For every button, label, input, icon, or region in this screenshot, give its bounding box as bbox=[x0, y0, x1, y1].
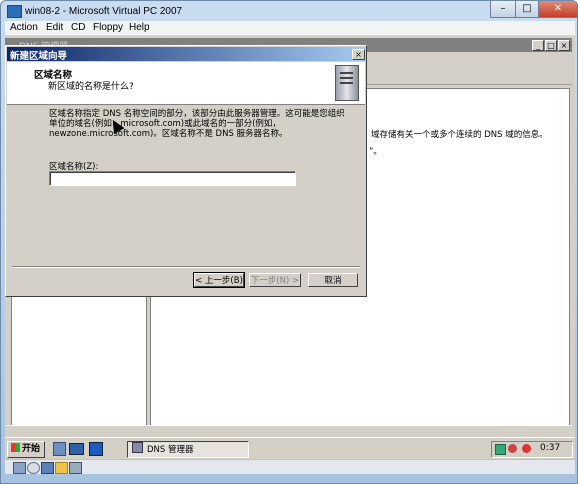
floppy-drive-icon[interactable] bbox=[41, 462, 54, 474]
network-adapter-icon[interactable] bbox=[69, 462, 82, 474]
server-manager-quicklaunch-icon[interactable] bbox=[53, 442, 66, 456]
host-window: win08-2 - Microsoft Virtual PC 2007 – □ … bbox=[0, 0, 578, 484]
server-icon bbox=[335, 65, 359, 101]
dns-detail-text-line2: ”。 bbox=[369, 147, 382, 157]
host-minimize-button[interactable]: – bbox=[490, 1, 516, 18]
shared-folder-icon[interactable] bbox=[55, 462, 68, 474]
wizard-titlebar: 新建区域向导 × bbox=[7, 47, 365, 62]
next-button[interactable]: 下一步(N) > bbox=[249, 273, 301, 287]
taskbar-dns-manager[interactable]: DNS 管理器 bbox=[127, 441, 249, 458]
hard-disk-icon[interactable] bbox=[13, 462, 26, 474]
taskbar-dns-label: DNS 管理器 bbox=[147, 445, 194, 455]
host-window-title: win08-2 - Microsoft Virtual PC 2007 bbox=[25, 6, 183, 17]
dns-manager-icon bbox=[132, 442, 143, 453]
wizard-subheading: 新区域的名称是什么? bbox=[48, 82, 134, 92]
host-close-button[interactable]: ✕ bbox=[538, 1, 578, 18]
system-tray: 0:37 bbox=[491, 441, 573, 458]
virtual-pc-icon bbox=[7, 5, 22, 18]
zone-name-input[interactable] bbox=[49, 171, 296, 186]
menu-help[interactable]: Help bbox=[129, 22, 150, 33]
host-statusbar bbox=[5, 460, 575, 474]
powershell-quicklaunch-icon[interactable] bbox=[69, 443, 84, 455]
dns-restore-button[interactable]: □ bbox=[545, 40, 557, 51]
host-maximize-button[interactable]: □ bbox=[515, 1, 539, 18]
cd-drive-icon[interactable] bbox=[27, 462, 40, 474]
start-button[interactable]: 开始 bbox=[7, 441, 45, 458]
volume-muted-icon[interactable] bbox=[522, 444, 531, 453]
clock[interactable]: 0:37 bbox=[540, 443, 560, 453]
menu-action[interactable]: Action bbox=[10, 22, 38, 33]
guest-taskbar: 开始 DNS 管理器 0:37 bbox=[5, 437, 575, 459]
wizard-separator bbox=[12, 266, 360, 268]
menu-cd[interactable]: CD bbox=[71, 22, 85, 33]
wizard-title: 新建区域向导 bbox=[10, 51, 68, 62]
wizard-header: 区域名称 新区域的名称是什么? bbox=[7, 62, 365, 105]
guest-desktop: DNS 管理器 _ □ × 域存储有关一个或多个连续的 DNS 域的信息。 ”。… bbox=[5, 36, 575, 459]
windows-logo-icon bbox=[11, 443, 20, 452]
wizard-close-button[interactable]: × bbox=[352, 49, 365, 60]
menu-edit[interactable]: Edit bbox=[46, 22, 63, 33]
cancel-button[interactable]: 取消 bbox=[308, 273, 358, 287]
dns-close-button[interactable]: × bbox=[558, 40, 570, 51]
network-icon[interactable] bbox=[495, 444, 506, 455]
start-label: 开始 bbox=[22, 444, 41, 454]
back-button[interactable]: < 上一步(B) bbox=[193, 272, 245, 288]
show-desktop-icon[interactable] bbox=[89, 442, 103, 456]
dns-minimize-button[interactable]: _ bbox=[532, 40, 544, 51]
security-alert-icon[interactable] bbox=[508, 444, 517, 453]
wizard-description: 区域名称指定 DNS 名称空间的部分，该部分由此服务器管理。这可能是您组织单位的… bbox=[49, 109, 345, 139]
host-menubar: Action Edit CD Floppy Help bbox=[5, 21, 575, 35]
new-zone-wizard-dialog: 新建区域向导 × 区域名称 新区域的名称是什么? 区域名称指定 DNS 名称空间… bbox=[5, 45, 367, 297]
dns-detail-text-line1: 域存储有关一个或多个连续的 DNS 域的信息。 bbox=[371, 130, 548, 140]
menu-floppy[interactable]: Floppy bbox=[93, 22, 123, 33]
